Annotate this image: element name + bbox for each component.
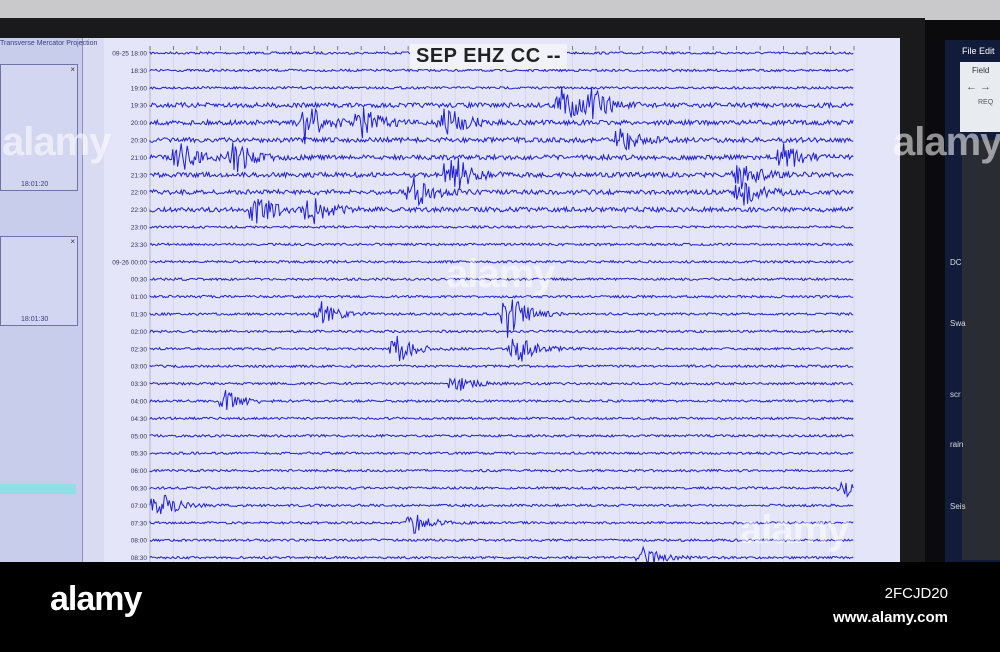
desktop-icon-label[interactable]: rain <box>950 440 963 449</box>
row-time-label: 09-26 00:00 <box>112 259 147 266</box>
desktop-area <box>962 140 1000 560</box>
seismic-trace <box>149 335 854 362</box>
row-time-label: 19:00 <box>131 85 148 92</box>
seismic-trace <box>149 416 854 421</box>
image-id: 2FCJD20 <box>884 585 948 602</box>
selection-bar[interactable] <box>0 484 76 494</box>
seismic-trace <box>149 468 854 473</box>
back-arrow-icon[interactable]: ← → <box>960 75 1000 93</box>
row-time-label: 03:30 <box>131 381 148 388</box>
row-time-label: 23:30 <box>131 242 148 249</box>
tab-label[interactable]: Field <box>960 62 1000 75</box>
row-time-label: 07:30 <box>131 520 148 527</box>
desktop-icon-label[interactable]: DC <box>950 258 962 267</box>
row-time-label: 09-25 18:00 <box>112 51 147 58</box>
seismic-trace <box>149 433 854 439</box>
helicorder-plot: 09-25 18:00 18:30 19:00 19:30 20:00 20:30 21:0… <box>104 38 900 562</box>
site-url: www.alamy.com <box>832 609 948 626</box>
row-time-label: 21:00 <box>131 155 148 162</box>
watermark: alamy <box>446 252 555 296</box>
watermark: alamy <box>740 508 849 552</box>
watermark: alamy <box>2 120 111 164</box>
row-time-label: 20:00 <box>131 120 148 127</box>
row-time-label: 06:30 <box>131 486 148 493</box>
row-time-label: 18:30 <box>131 68 148 75</box>
row-time-label: 22:30 <box>131 207 148 214</box>
close-icon[interactable]: × <box>70 237 75 246</box>
monitor-screen: Transverse Mercator Projection × 18:01:2… <box>0 38 900 562</box>
seismic-trace <box>149 107 854 145</box>
seismic-trace <box>149 128 854 151</box>
row-time-label: 01:00 <box>131 294 148 301</box>
map-panel: Transverse Mercator Projection × 18:01:2… <box>0 38 97 562</box>
subwindow-time: 18:01:20 <box>21 181 49 188</box>
row-time-label: 08:30 <box>131 555 148 562</box>
row-time-label: 21:30 <box>131 172 148 179</box>
seismic-trace <box>149 86 854 120</box>
helicorder-svg: 09-25 18:00 18:30 19:00 19:30 20:00 20:30 21:0… <box>112 46 855 562</box>
row-time-label: 02:30 <box>131 346 148 353</box>
row-time-label: 19:30 <box>131 103 148 110</box>
row-time-label: 03:00 <box>131 364 148 371</box>
menu-edit[interactable]: Edit <box>979 46 995 56</box>
row-time-label: 04:30 <box>131 416 148 423</box>
chart-title: SEP EHZ CC -- <box>410 44 568 69</box>
seismic-trace <box>149 377 854 391</box>
row-time-label: 08:00 <box>131 538 148 545</box>
row-time-label: 05:00 <box>131 433 148 440</box>
seismic-trace <box>149 85 854 90</box>
background-ceiling <box>0 0 1000 20</box>
seismic-trace <box>149 481 854 498</box>
desktop-icon-label[interactable]: Seis <box>950 502 966 511</box>
seismic-trace <box>149 364 854 369</box>
row-time-label: 06:00 <box>131 468 148 475</box>
row-time-label: 04:00 <box>131 399 148 406</box>
row-time-label: 01:30 <box>131 312 148 319</box>
desktop-icon-label[interactable]: scr <box>950 390 961 399</box>
row-time-label: 00:30 <box>131 277 148 284</box>
subwindow-time: 18:01:30 <box>21 316 49 323</box>
seismic-trace <box>149 157 854 190</box>
row-time-label: 20:30 <box>131 138 148 145</box>
seismic-trace <box>149 224 854 230</box>
row-time-label: 05:30 <box>131 451 148 458</box>
row-time-label: 07:00 <box>131 503 148 510</box>
row-time-label: 22:00 <box>131 190 148 197</box>
seismic-trace <box>149 242 854 247</box>
seismic-trace <box>149 142 854 173</box>
seismic-trace <box>149 68 854 73</box>
menu-file[interactable]: File <box>962 46 977 56</box>
footer-bar <box>0 562 1000 652</box>
projection-label: Transverse Mercator Projection <box>0 40 98 47</box>
seismic-trace <box>149 329 854 334</box>
watermark: alamy <box>893 120 1000 164</box>
row-time-label: 02:00 <box>131 329 148 336</box>
row-time-label: 23:00 <box>131 225 148 232</box>
close-icon[interactable]: × <box>70 65 75 74</box>
map-subwindow[interactable]: × 18:01:30 <box>0 236 78 326</box>
desktop-icon-label[interactable]: Swa <box>950 319 966 328</box>
seismic-trace <box>149 390 854 410</box>
seismic-trace <box>149 176 854 207</box>
menu-bar: File Edit <box>962 46 995 56</box>
alamy-logo: alamy <box>50 580 142 618</box>
bookmark-label[interactable]: REQ <box>960 93 1000 106</box>
seismic-trace <box>149 451 854 456</box>
